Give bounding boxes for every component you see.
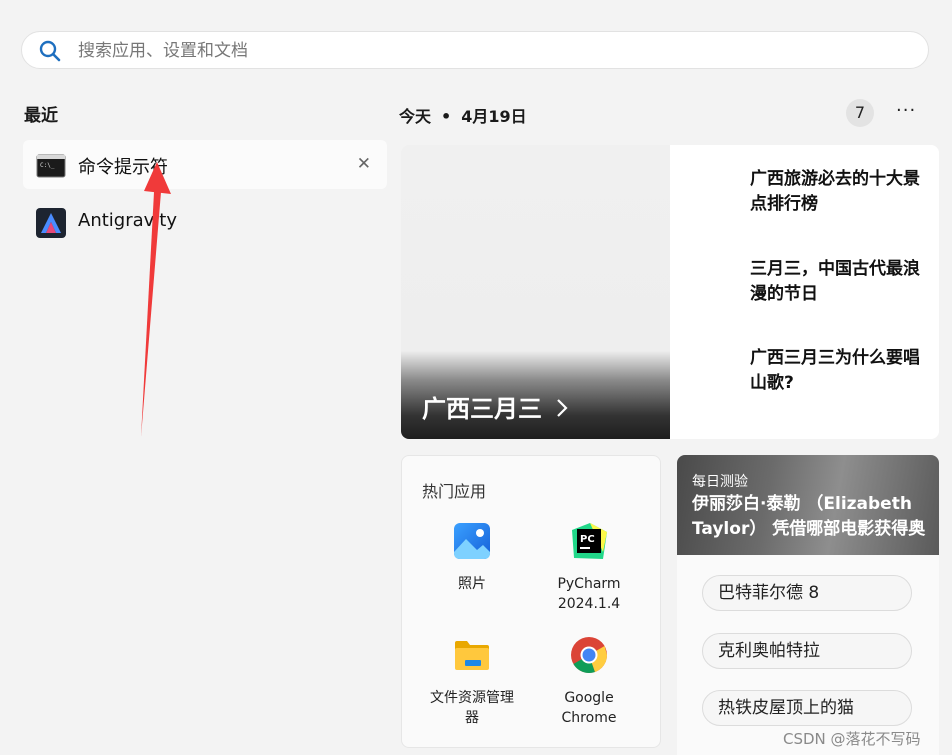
hero-card[interactable]: 广西三月三 广西旅游必去的十大景点排行榜 三月三，中国古代最浪漫的节日 广西三月… [401, 145, 939, 439]
close-icon[interactable]: ✕ [357, 154, 371, 174]
more-options-icon[interactable]: ··· [896, 100, 916, 121]
story-list: 广西旅游必去的十大景点排行榜 三月三，中国古代最浪漫的节日 广西三月三为什么要唱… [670, 145, 939, 439]
hot-apps-title: 热门应用 [422, 482, 487, 501]
count-badge[interactable]: 7 [846, 99, 874, 127]
chevron-right-icon [557, 399, 568, 417]
quiz-header-image[interactable]: 每日测验 伊丽莎白·泰勒 （Elizabeth Taylor） 凭借哪部电影获得… [677, 455, 939, 555]
hot-apps-card: 热门应用 照片 PC PyCharm 2024.1.4 文件资源管理 器 Goo… [401, 455, 661, 748]
daily-quiz-card: 每日测验 伊丽莎白·泰勒 （Elizabeth Taylor） 凭借哪部电影获得… [677, 455, 939, 755]
search-input[interactable] [76, 38, 900, 64]
recent-item-antigravity[interactable]: Antigravity [23, 197, 387, 246]
recent-item-label: 命令提示符 [78, 157, 168, 178]
app-photos[interactable]: 照片 [417, 522, 527, 594]
quiz-option[interactable]: 热铁皮屋顶上的猫 [702, 690, 912, 726]
quiz-question[interactable]: 伊丽莎白·泰勒 （Elizabeth Taylor） 凭借哪部电影获得奥斯卡奖? [692, 492, 932, 542]
today-date: 4月19日 [461, 107, 527, 126]
app-label: 文件资源管理 器 [430, 690, 514, 726]
hero-image[interactable]: 广西三月三 [401, 145, 670, 439]
search-icon [39, 40, 61, 62]
app-label: 照片 [458, 576, 486, 592]
svg-text:PC: PC [580, 534, 595, 545]
svg-text:C:\_: C:\_ [40, 162, 55, 169]
story-link[interactable]: 广西三月三为什么要唱山歌? [750, 346, 930, 396]
file-explorer-icon [455, 641, 489, 670]
app-label: Google Chrome [561, 690, 617, 726]
antigravity-icon [36, 208, 66, 238]
separator-dot: • [441, 107, 452, 126]
app-label: PyCharm 2024.1.4 [557, 576, 621, 612]
story-link[interactable]: 三月三，中国古代最浪漫的节日 [750, 257, 930, 307]
pycharm-icon: PC [572, 523, 607, 559]
app-pycharm[interactable]: PC PyCharm 2024.1.4 [534, 522, 644, 614]
today-header: 今天 • 4月19日 [399, 103, 527, 127]
recent-item-label: Antigravity [78, 210, 177, 231]
hero-title[interactable]: 广西三月三 [422, 389, 570, 424]
app-file-explorer[interactable]: 文件资源管理 器 [417, 636, 527, 728]
quiz-option[interactable]: 巴特菲尔德 8 [702, 575, 912, 611]
quiz-tag: 每日测验 [692, 474, 748, 490]
command-prompt-icon: C:\_ [36, 154, 66, 178]
watermark: CSDN @落花不写码 [783, 730, 921, 748]
today-label: 今天 [399, 107, 432, 126]
search-bar[interactable] [21, 31, 929, 69]
recent-title: 最近 [24, 106, 58, 126]
app-chrome[interactable]: Google Chrome [534, 636, 644, 728]
recent-item-command-prompt[interactable]: C:\_ 命令提示符 ✕ [23, 140, 387, 189]
quiz-option[interactable]: 克利奥帕特拉 [702, 633, 912, 669]
chrome-icon [571, 637, 607, 674]
photos-icon [454, 523, 490, 559]
story-link[interactable]: 广西旅游必去的十大景点排行榜 [750, 167, 930, 217]
